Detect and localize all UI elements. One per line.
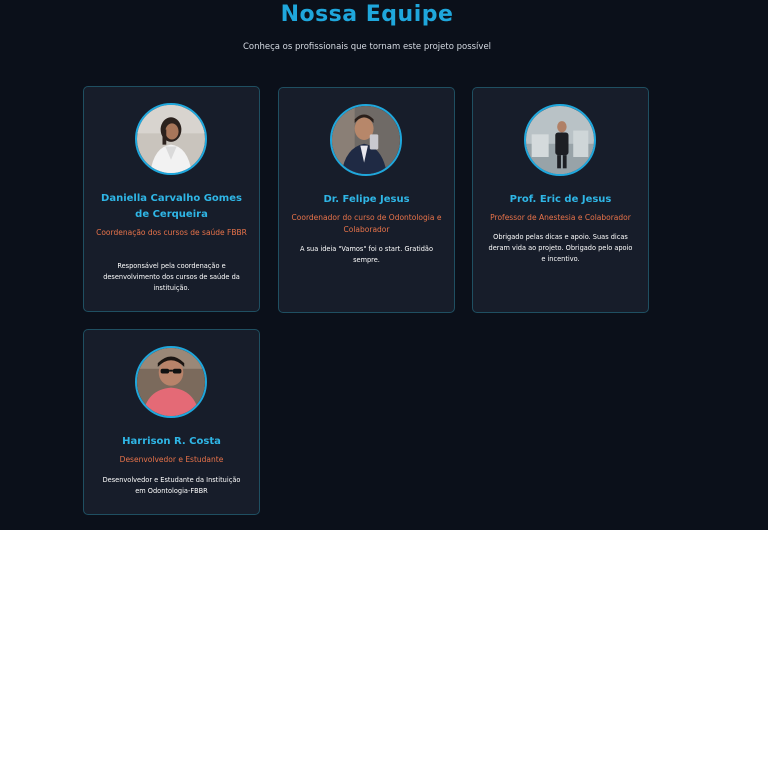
team-member-role: Coordenador do curso de Odontologia e Co…: [291, 213, 442, 234]
team-member-photo: [330, 104, 402, 176]
team-card: Prof. Eric de Jesus Professor de Anestes…: [472, 87, 649, 313]
team-member-role: Coordenação dos cursos de saúde FBBR: [96, 228, 247, 237]
team-card: Dr. Felipe Jesus Coordenador do curso de…: [278, 87, 455, 313]
team-member-name: Prof. Eric de Jesus: [509, 194, 612, 205]
team-member-photo: [524, 104, 596, 176]
section-title: Nossa Equipe: [280, 2, 454, 27]
team-member-description: Obrigado pelas dicas e apoio. Suas dicas…: [488, 233, 633, 263]
team-member-photo: [135, 346, 207, 418]
team-member-role: Desenvolvedor e Estudante: [119, 455, 224, 464]
team-member-name: Daniella Carvalho Gomes de Cerqueira: [101, 193, 242, 220]
team-member-description: Responsável pela coordenação e desenvolv…: [103, 262, 240, 292]
team-card: Daniella Carvalho Gomes de Cerqueira Coo…: [83, 86, 260, 312]
team-member-photo: [135, 103, 207, 175]
team-member-description: A sua ideia "Vamos" foi o start. Gratidã…: [300, 245, 433, 264]
team-member-role: Professor de Anestesia e Colaborador: [490, 213, 631, 222]
team-member-description: Desenvolvedor e Estudante da Instituição…: [102, 476, 241, 495]
team-member-name: Dr. Felipe Jesus: [323, 194, 410, 205]
section-subtitle: Conheça os profissionais que tornam este…: [242, 42, 492, 52]
team-member-name: Harrison R. Costa: [122, 436, 221, 447]
team-section: Nossa Equipe Conheça os profissionais qu…: [0, 0, 768, 530]
team-card: Harrison R. Costa Desenvolvedor e Estuda…: [83, 329, 260, 515]
